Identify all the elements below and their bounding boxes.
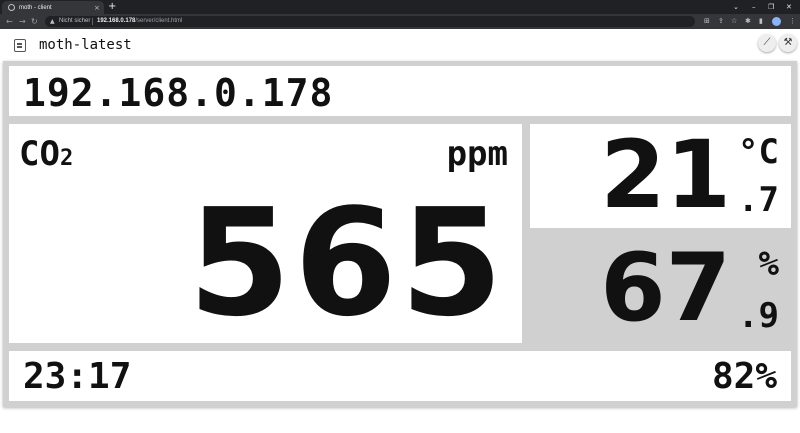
sidepanel-icon[interactable]: ▮ <box>759 14 763 29</box>
temperature-decimal: .7 <box>738 180 779 220</box>
security-label[interactable]: Nicht sicher <box>59 16 90 27</box>
chart-icon: ⟋ <box>763 37 771 48</box>
status-footer: 23:17 82% <box>9 351 791 401</box>
bookmark-star-icon[interactable]: ☆ <box>731 14 737 29</box>
co2-value: 565 <box>188 177 506 343</box>
warning-icon[interactable]: ▲ <box>50 16 55 27</box>
close-window-icon[interactable]: ✕ <box>786 0 792 14</box>
browser-tab[interactable]: moth - client × <box>2 1 104 14</box>
app-title: moth-latest <box>39 37 132 53</box>
tab-close-icon[interactable]: × <box>94 2 100 14</box>
tab-search-icon[interactable]: ⌄ <box>733 0 739 14</box>
battery-level: 82% <box>711 356 777 397</box>
document-icon[interactable] <box>14 39 26 52</box>
extensions-icon[interactable]: ✱ <box>745 14 751 29</box>
app-header: moth-latest ⟋ ⚒ <box>0 29 800 61</box>
reload-icon[interactable]: ↻ <box>31 14 38 29</box>
ip-address: 192.168.0.178 <box>23 71 334 115</box>
profile-avatar[interactable] <box>772 17 781 26</box>
translate-icon[interactable]: ⊞ <box>704 14 710 29</box>
new-tab-button[interactable]: + <box>108 0 116 14</box>
chart-button[interactable]: ⟋ <box>758 34 776 52</box>
temperature-integer: 21 <box>600 124 731 228</box>
co2-panel: CO2 ppm 565 <box>9 124 522 343</box>
url-text[interactable]: 192.168.0.178/server/client.html <box>97 16 182 27</box>
browser-toolbar: ← → ↻ ▲ Nicht sicher 192.168.0.178/serve… <box>0 14 800 29</box>
forward-icon[interactable]: → <box>19 14 26 29</box>
temperature-unit: °C <box>738 132 779 172</box>
clock-time: 23:17 <box>23 356 132 397</box>
humidity-decimal: .9 <box>738 296 779 336</box>
address-bar[interactable]: ▲ Nicht sicher 192.168.0.178/server/clie… <box>45 16 695 27</box>
ip-panel: 192.168.0.178 <box>9 66 791 116</box>
tab-title: moth - client <box>19 5 52 11</box>
maximize-icon[interactable]: ❐ <box>768 0 774 14</box>
url-host: 192.168.0.178 <box>97 18 136 24</box>
humidity-integer: 67 <box>600 234 731 343</box>
co2-subscript: 2 <box>59 146 74 171</box>
back-icon[interactable]: ← <box>6 14 13 29</box>
tools-button[interactable]: ⚒ <box>779 34 797 52</box>
temperature-panel: 21 °C .7 <box>530 124 791 228</box>
humidity-unit: % <box>758 244 779 284</box>
menu-kebab-icon[interactable]: ⋮ <box>789 14 796 29</box>
share-icon[interactable]: ⇪ <box>718 14 724 29</box>
address-separator <box>92 18 93 25</box>
url-path: /server/client.html <box>135 18 183 24</box>
co2-label-text: CO <box>19 134 60 174</box>
globe-icon <box>8 4 15 11</box>
browser-tab-bar: moth - client × + ⌄ – ❐ ✕ <box>0 0 800 14</box>
humidity-panel: 67 % .9 <box>530 232 791 343</box>
co2-label: CO2 <box>19 134 73 179</box>
dashboard: 192.168.0.178 CO2 ppm 565 21 °C .7 67 % … <box>3 61 797 407</box>
minimize-icon[interactable]: – <box>752 0 756 14</box>
tools-icon: ⚒ <box>783 37 793 48</box>
